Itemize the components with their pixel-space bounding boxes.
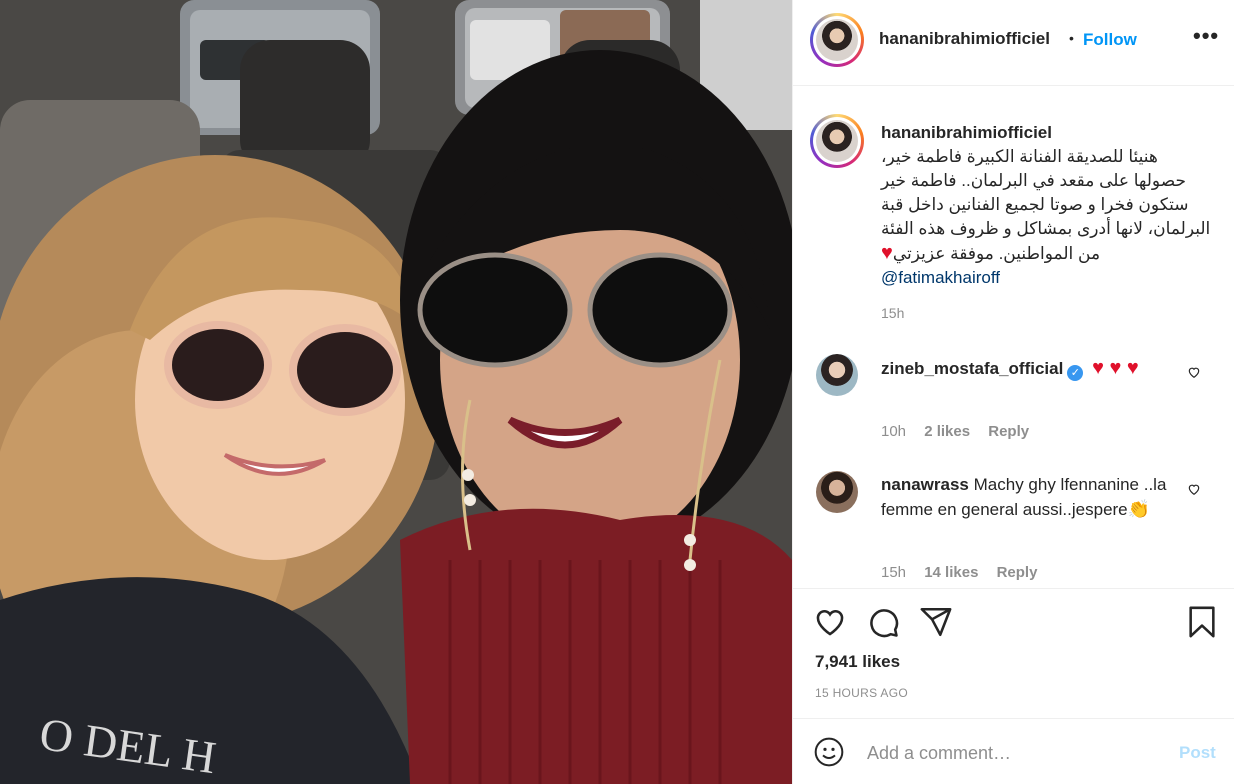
caption-username[interactable]: hananibrahimiofficiel	[881, 121, 1211, 145]
separator-dot: •	[1069, 30, 1074, 46]
reply-button[interactable]: Reply	[997, 564, 1038, 581]
like-icon[interactable]	[813, 605, 847, 639]
comment-body: nanawrass Machy ghy lfennanine ..la femm…	[881, 473, 1193, 522]
commenter-username[interactable]: nanawrass	[881, 475, 969, 494]
comment-meta: 10h 2 likes Reply	[881, 423, 1043, 440]
caption-avatar[interactable]	[810, 114, 864, 168]
comment-time[interactable]: 10h	[881, 423, 906, 440]
caption-text-content: هنيئا للصديقة الفنانة الكبيرة فاطمة خير،…	[881, 147, 1211, 263]
commenter-avatar[interactable]	[816, 471, 858, 513]
post-timestamp[interactable]: 15 HOURS AGO	[815, 686, 908, 700]
follow-button[interactable]: Follow	[1083, 30, 1137, 50]
comment-icon[interactable]	[866, 605, 900, 639]
commenter-avatar[interactable]	[816, 354, 858, 396]
heart-emoji: ♥	[881, 242, 893, 264]
post-sidebar: hananibrahimiofficiel • Follow ••• hanan…	[792, 0, 1234, 784]
commenter-username[interactable]: zineb_mostafa_official	[881, 359, 1063, 378]
reply-button[interactable]: Reply	[988, 423, 1029, 440]
comments-section: hananibrahimiofficiel هنيئا للصديقة الفن…	[793, 87, 1234, 587]
caption-body: hananibrahimiofficiel هنيئا للصديقة الفن…	[881, 121, 1211, 290]
more-options-icon[interactable]: •••	[1193, 25, 1219, 47]
post-header: hananibrahimiofficiel • Follow •••	[793, 0, 1234, 86]
action-bar: 7,941 likes 15 HOURS AGO	[793, 588, 1234, 718]
post-comment-button[interactable]: Post	[1179, 743, 1216, 763]
comment-body: zineb_mostafa_official ✓ ♥ ♥ ♥	[881, 356, 1193, 381]
post-photo-illustration: O DEL H	[0, 0, 792, 784]
comment-likes[interactable]: 2 likes	[924, 423, 970, 440]
comment-likes[interactable]: 14 likes	[924, 564, 978, 581]
caption-text: هنيئا للصديقة الفنانة الكبيرة فاطمة خير،…	[881, 145, 1211, 266]
mention-link[interactable]: @fatimakhairoff	[881, 266, 1211, 290]
like-comment-icon[interactable]	[1187, 365, 1201, 382]
caption-timestamp[interactable]: 15h	[881, 305, 904, 321]
emoji-icon[interactable]	[813, 736, 845, 768]
comment-time[interactable]: 15h	[881, 564, 906, 581]
save-bookmark-icon[interactable]	[1185, 605, 1219, 639]
comment-input[interactable]	[867, 739, 1157, 767]
add-comment-bar: Post	[793, 718, 1234, 784]
comment-text: ♥ ♥ ♥	[1092, 357, 1139, 379]
post-photo[interactable]: O DEL H	[0, 0, 792, 784]
share-icon[interactable]	[919, 605, 953, 639]
author-username[interactable]: hananibrahimiofficiel	[879, 29, 1050, 49]
likes-count[interactable]: 7,941 likes	[815, 652, 900, 672]
verified-badge-icon: ✓	[1067, 365, 1084, 381]
clap-emoji: 👏	[1127, 499, 1151, 519]
like-comment-icon[interactable]	[1187, 482, 1201, 499]
author-avatar[interactable]	[810, 13, 864, 67]
comment-meta: 15h 14 likes Reply	[881, 564, 1051, 581]
